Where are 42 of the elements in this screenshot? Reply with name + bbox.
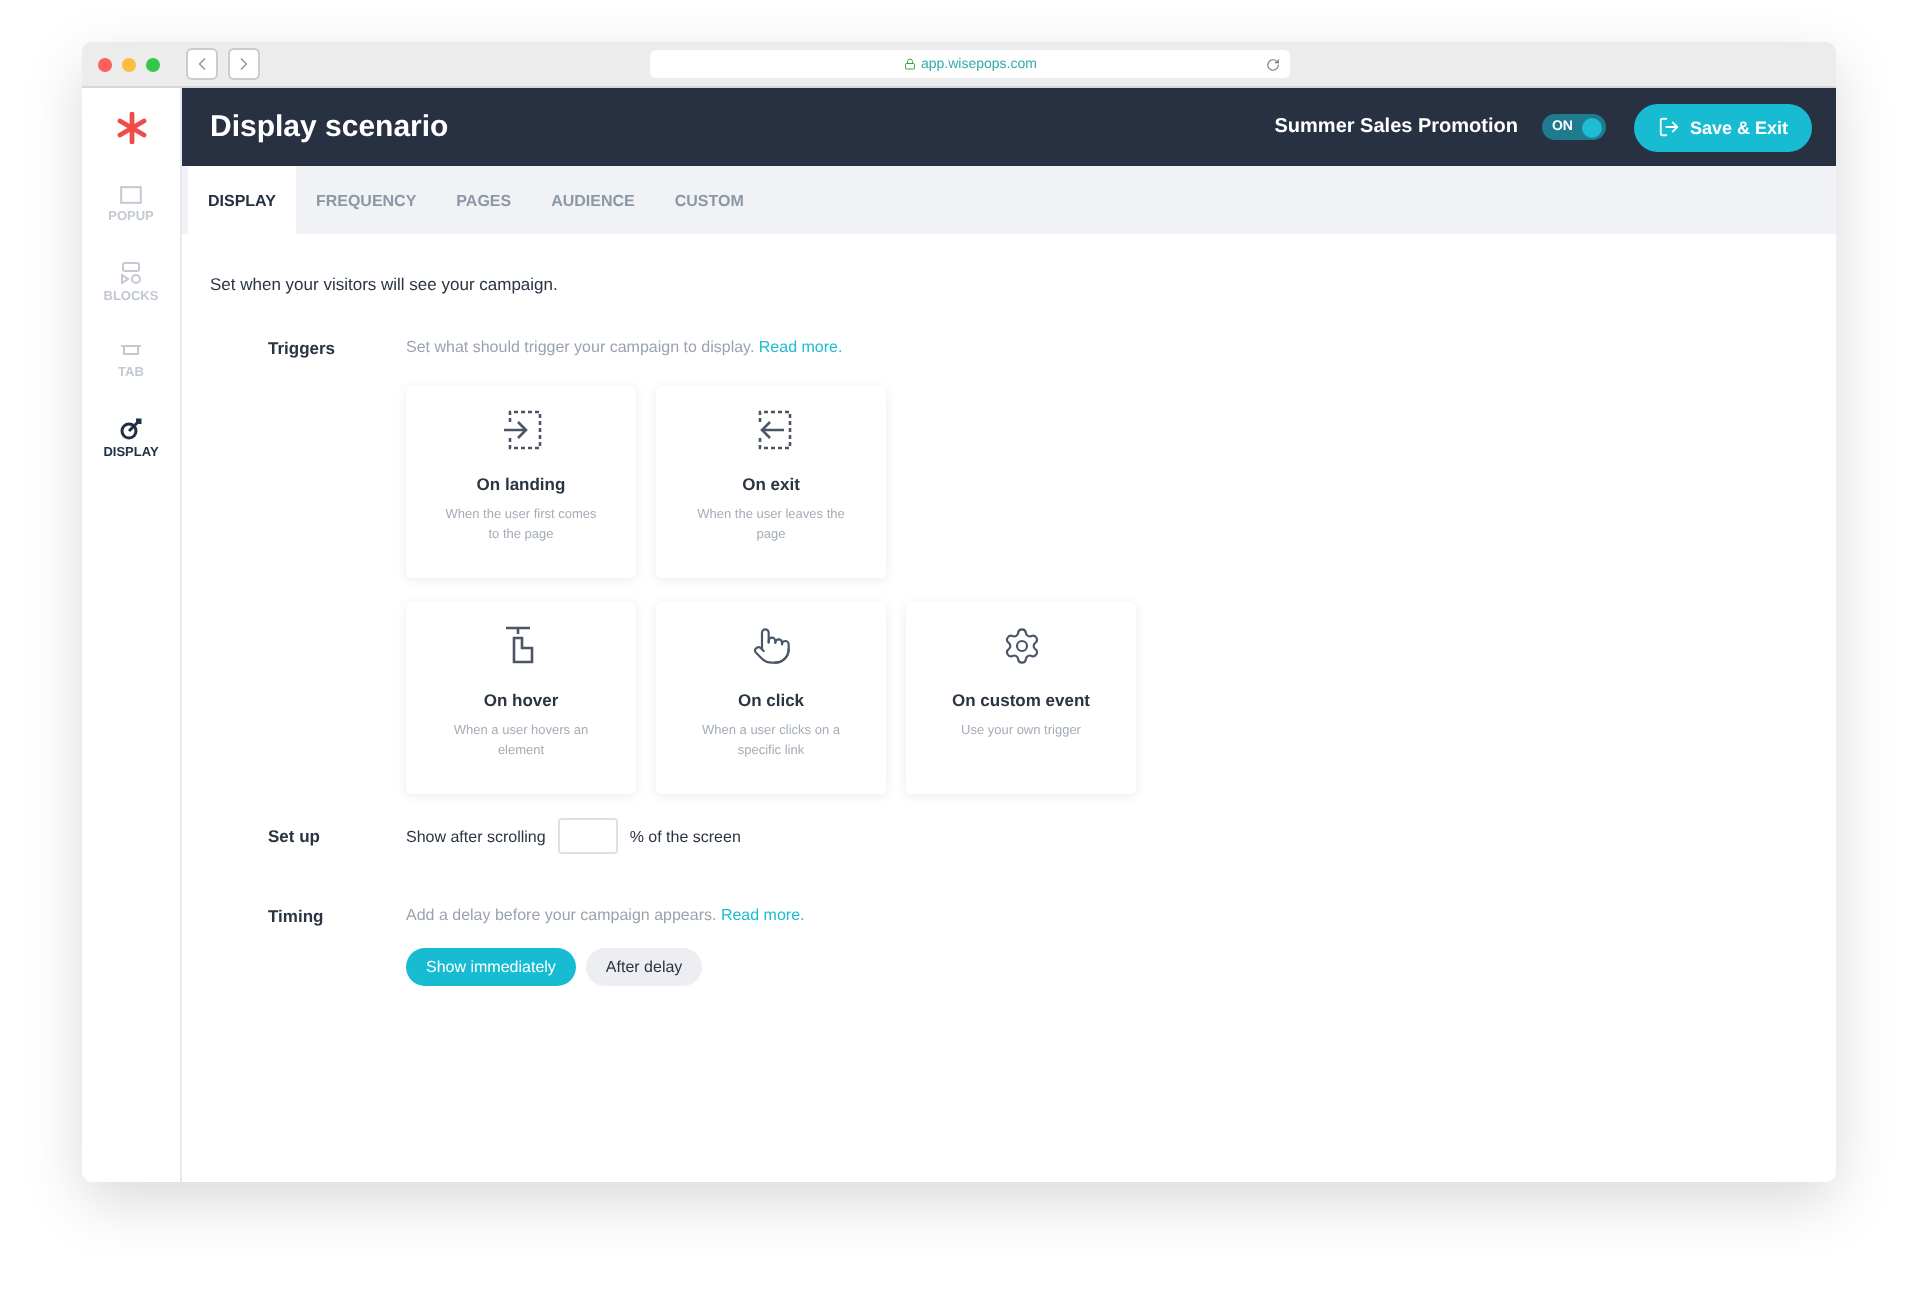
enter-arrow-icon [501,410,541,450]
tab[interactable]: PAGES [436,166,532,234]
read-more-link[interactable]: Read more. [720,906,805,924]
timing-option[interactable]: Show immediately [406,948,576,986]
card-title: On hover [483,690,559,710]
settings-icon [1001,626,1041,666]
asterisk-logo [115,111,147,143]
scroll-suffix: % of the screen [629,827,741,845]
maximize-icon[interactable] [146,57,160,71]
card-title: On custom event [952,690,1090,710]
tab[interactable]: CUSTOM [654,166,764,234]
card-title: On landing [476,474,566,494]
campaign-name: Summer Sales Promotion [1274,116,1518,138]
card-title: On exit [742,474,800,494]
scroll-label: Show after scrolling [406,827,546,845]
read-more-link[interactable]: Read more. [758,338,843,356]
minimize-icon[interactable] [122,57,136,71]
section-label: Timing [266,906,326,926]
section-description: Set what should trigger your campaign to display. Read more. [406,338,845,356]
forward-button[interactable] [228,48,260,80]
reload-icon[interactable] [1266,57,1280,71]
back-button[interactable] [186,48,218,80]
card-title: On click [737,690,805,710]
timing-option[interactable]: After delay [585,948,703,986]
window-icon [119,186,142,204]
lock-icon [903,58,915,70]
exit-icon [1657,116,1680,138]
tab-icon [119,343,142,359]
tab[interactable]: AUDIENCE [531,166,655,234]
target-icon [119,418,142,440]
tab[interactable]: FREQUENCY [295,166,437,234]
page-title: Display scenario [210,110,451,144]
percent-field[interactable] [557,818,618,854]
save-exit-button[interactable]: Save & Exit [1633,103,1812,151]
blocks-icon [119,262,142,284]
section-description: Add a delay before your campaign appears. Read more. [406,906,807,924]
section-label: Set up [266,826,322,846]
close-icon[interactable] [98,57,112,71]
tab[interactable]: DISPLAY [188,166,296,234]
intro-text: Set when your visitors will see your campaign. [210,274,560,294]
click-hand-icon [751,626,791,666]
section-label: Triggers [266,338,338,358]
